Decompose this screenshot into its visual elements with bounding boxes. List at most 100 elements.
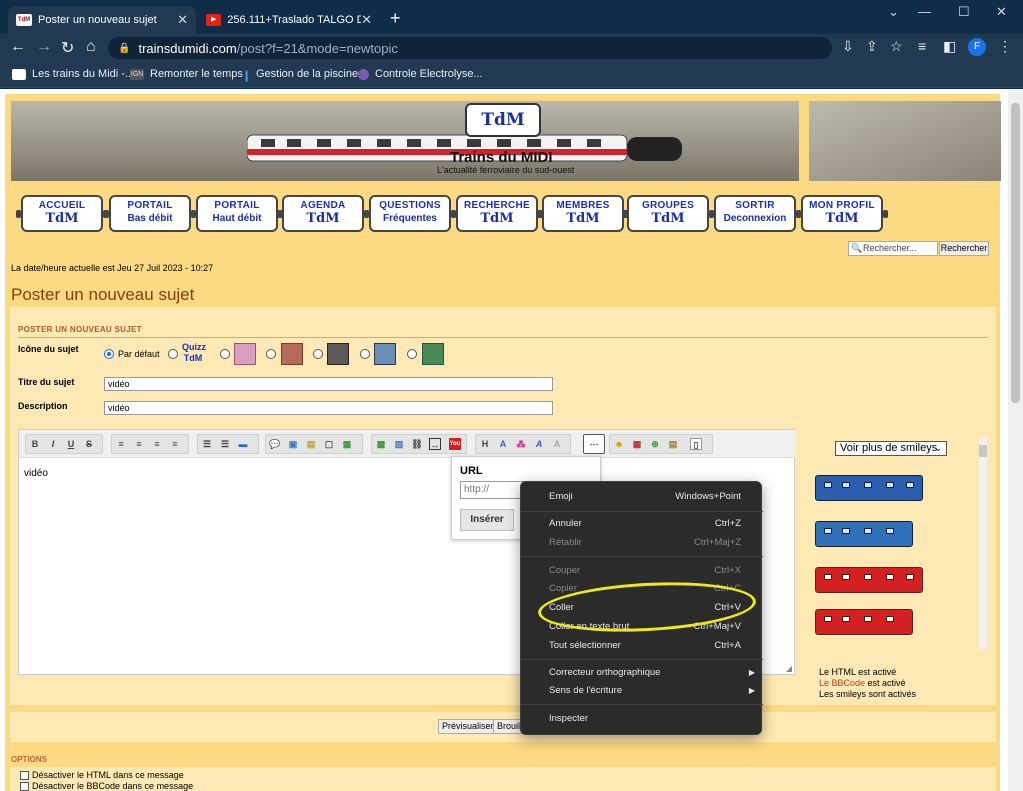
reading-list-icon[interactable]: ≡ [918, 38, 926, 54]
editor-content[interactable]: vidéo [24, 468, 48, 479]
align-right-icon[interactable]: ≡ [151, 438, 163, 450]
bookmark-piscine[interactable]: ❙ Gestion de la piscine [242, 68, 358, 82]
menu-item-tout-selectionner[interactable]: Tout sélectionner Ctrl+A [521, 637, 763, 655]
icon-tunnel-radio[interactable] [313, 349, 323, 359]
source-icon[interactable]: ▯ [690, 438, 702, 450]
color-icon[interactable]: ⁂ [515, 438, 527, 450]
icon-bridge-radio[interactable] [360, 349, 370, 359]
nav-groupes-button[interactable]: GROUPES TdM [622, 195, 714, 232]
nav-sortir-button[interactable]: SORTIR Deconnexion [709, 195, 801, 232]
install-icon[interactable]: ⇩ [842, 38, 854, 55]
new-tab-icon[interactable]: + [390, 8, 401, 29]
icon-house-radio[interactable] [220, 349, 230, 359]
tab-youtube[interactable]: ▶ 256.111+Traslado TALGO DB "ICE ✕ [198, 6, 380, 34]
youtube-icon[interactable]: You [449, 438, 461, 450]
preview-button[interactable]: Prévisualiser [438, 719, 498, 734]
link-icon[interactable]: ⛓ [411, 438, 423, 450]
address-bar[interactable]: 🔒 trainsdumidi.com/post?f=21&mode=newtop… [108, 37, 832, 59]
subject-input[interactable]: vidéo [104, 377, 553, 391]
nav-membres-button[interactable]: MEMBRES TdM [537, 195, 629, 232]
disable-bbcode-checkbox[interactable] [20, 782, 29, 791]
train-smiley-blue-2[interactable] [815, 521, 913, 547]
resize-handle-icon[interactable]: ◢ [786, 664, 792, 673]
strike-icon[interactable]: S [83, 438, 95, 450]
numbered-list-icon[interactable]: ☰ [219, 438, 231, 450]
italic-icon[interactable]: I [47, 438, 59, 450]
menu-item-sens-ecriture[interactable]: Sens de l'écriture ▶ [521, 682, 763, 700]
date-icon[interactable]: ▦ [631, 438, 643, 450]
preview-icon[interactable]: ⊕ [649, 438, 661, 450]
train-smiley-blue[interactable] [815, 475, 923, 501]
scrollbar-thumb[interactable] [1011, 103, 1020, 403]
tab-search-icon[interactable]: ⌄ [888, 4, 899, 20]
share-icon[interactable]: ⇪ [866, 38, 878, 55]
smiley-icon[interactable]: ☻ [613, 438, 625, 450]
minimize-icon[interactable]: — [918, 4, 931, 19]
menu-item-inspecter[interactable]: Inspecter [521, 710, 763, 728]
bookmark-star-icon[interactable]: ☆ [890, 38, 903, 55]
menu-item-retablir[interactable]: Rétablir Ctrl+Maj+Z [521, 534, 763, 552]
nav-profil-button[interactable]: MON PROFIL TdM [796, 195, 888, 232]
nav-portail-haut-button[interactable]: PORTAIL Haut débit [191, 195, 283, 232]
icon-station-radio[interactable] [266, 349, 276, 359]
underline-icon[interactable]: U [65, 438, 77, 450]
icon-viaduct-radio[interactable] [407, 349, 417, 359]
bullet-list-icon[interactable]: ☰ [201, 438, 213, 450]
forum-search-button[interactable]: Rechercher [939, 241, 989, 256]
embed-icon[interactable]: ↔ [429, 438, 441, 450]
hide-icon[interactable]: ▢ [323, 438, 335, 450]
tab-poster[interactable]: TdM Poster un nouveau sujet ✕ [8, 6, 196, 34]
spoiler-icon[interactable]: ▤ [305, 438, 317, 450]
train-smiley-red[interactable] [815, 567, 923, 593]
nav-recherche-button[interactable]: RECHERCHE TdM [451, 195, 543, 232]
close-window-icon[interactable]: ✕ [996, 4, 1007, 20]
description-input[interactable]: vidéo [104, 401, 553, 415]
font-icon[interactable]: A [533, 438, 545, 450]
menu-item-correcteur[interactable]: Correcteur orthographique ▶ [521, 664, 763, 682]
heading-icon[interactable]: H [479, 438, 491, 450]
nav-portail-bas-button[interactable]: PORTAIL Bas débit [104, 195, 196, 232]
home-icon[interactable]: ⌂ [86, 38, 96, 56]
menu-item-emoji[interactable]: Emoji Windows+Point [521, 488, 763, 506]
upload-icon[interactable]: ▧ [393, 438, 405, 450]
disable-html-checkbox[interactable] [20, 771, 29, 780]
quote-icon[interactable]: 💬 [269, 438, 281, 450]
justify-icon[interactable]: ≡ [169, 438, 181, 450]
smileys-scrollbar[interactable] [979, 437, 987, 649]
menu-item-annuler[interactable]: Annuler Ctrl+Z [521, 515, 763, 533]
icon-quiz-radio[interactable] [168, 349, 178, 359]
code-icon[interactable]: ▣ [287, 438, 299, 450]
bookmark-remonter[interactable]: IGN Remonter le temps [130, 68, 243, 80]
smileys-select[interactable]: Voir plus de smileys ⌄ [835, 441, 947, 456]
clear-format-icon[interactable]: A [551, 438, 563, 450]
side-panel-icon[interactable]: ◧ [943, 38, 956, 55]
close-tab-icon[interactable]: ✕ [177, 12, 188, 28]
align-left-icon[interactable]: ≡ [115, 438, 127, 450]
back-icon[interactable]: ← [10, 38, 26, 56]
page-scrollbar[interactable] [1008, 89, 1023, 791]
table-icon[interactable]: ▦ [341, 438, 353, 450]
nav-questions-button[interactable]: QUESTIONS Fréquentes [364, 195, 456, 232]
reload-icon[interactable]: ↻ [61, 38, 74, 58]
bookmark-electrolyse[interactable]: Controle Electrolyse... [358, 68, 483, 80]
close-tab-icon[interactable]: ✕ [361, 12, 372, 28]
menu-item-couper[interactable]: Couper Ctrl+X [521, 562, 763, 580]
bookmark-trains[interactable]: Les trains du Midi -... [12, 68, 134, 80]
insert-button[interactable]: Insérer [460, 509, 514, 531]
bbcode-link[interactable]: Le BBCode [819, 678, 865, 688]
profile-avatar[interactable]: F [968, 38, 986, 56]
nav-agenda-button[interactable]: AGENDA TdM [277, 195, 369, 232]
nav-accueil-button[interactable]: ACCUEIL TdM [16, 195, 108, 232]
paste-icon[interactable]: ▤ [667, 438, 679, 450]
align-center-icon[interactable]: ≡ [133, 438, 145, 450]
font-size-icon[interactable]: A [497, 438, 509, 450]
image-icon[interactable]: ▩ [375, 438, 387, 450]
forum-search-input[interactable]: 🔍 Rechercher... [848, 241, 938, 256]
bold-icon[interactable]: B [29, 438, 41, 450]
maximize-icon[interactable]: ☐ [958, 4, 970, 20]
hr-icon[interactable]: ▬ [237, 438, 249, 450]
forward-icon[interactable]: → [36, 38, 52, 56]
icon-default-radio[interactable] [104, 349, 114, 359]
menu-icon[interactable]: ⋮ [998, 38, 1012, 55]
more-icon[interactable]: ⋯ [588, 438, 600, 450]
